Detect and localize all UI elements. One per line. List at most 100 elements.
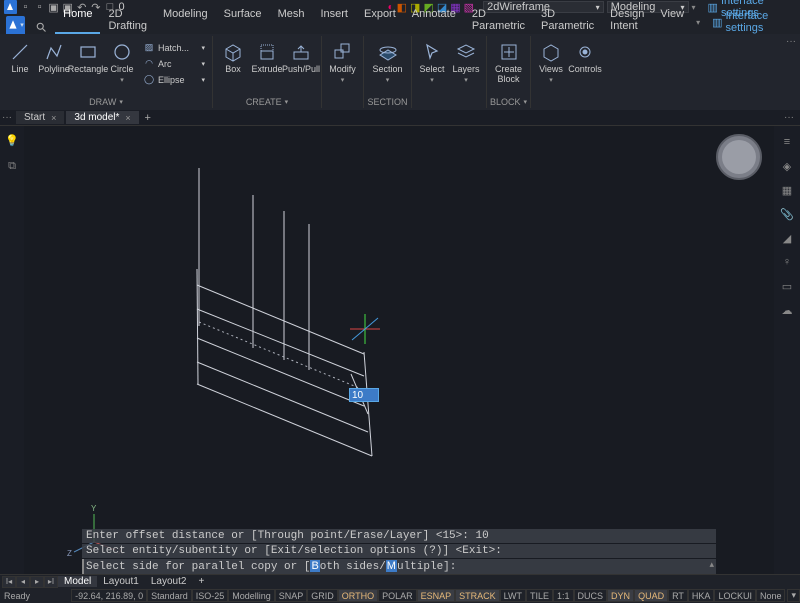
status-toggle-quad[interactable]: QUAD [634, 589, 668, 602]
status-menu-icon[interactable]: ▾ [787, 589, 800, 602]
settings-icon[interactable]: ≡ [779, 134, 795, 150]
status-toggle-lockui[interactable]: LOCKUI [714, 589, 756, 602]
layout-first-button[interactable]: I◂ [2, 576, 16, 588]
doc-tabs-overflow-icon[interactable]: ··· [2, 112, 12, 123]
close-tab-icon[interactable]: × [51, 113, 56, 123]
status-toggle-snap[interactable]: SNAP [275, 589, 308, 602]
close-tab-icon[interactable]: × [125, 113, 130, 123]
status-toggle-tile[interactable]: TILE [526, 589, 553, 602]
tool-section[interactable]: Section [372, 36, 404, 84]
ribbon-tab-surface[interactable]: Surface [216, 6, 270, 34]
tool-rectangle[interactable]: Rectangle [72, 36, 104, 75]
tool-layers[interactable]: Layers [450, 36, 482, 84]
ribbon-tab-design-intent[interactable]: Design Intent [602, 6, 652, 34]
tool-line[interactable]: Line [4, 36, 36, 75]
status-toggle-ortho[interactable]: ORTHO [338, 589, 378, 602]
layout-tab[interactable]: Layout1 [97, 576, 145, 587]
doc-tab[interactable]: 3d model*× [66, 111, 138, 124]
tool-arc[interactable]: ◠Arc▾ [140, 56, 208, 71]
command-history: Enter offset distance or [Through point/… [82, 528, 716, 574]
command-scroll-up-icon[interactable]: ▴ [709, 559, 714, 570]
ribbon-overflow-icon[interactable]: ··· [786, 36, 796, 47]
layout-add-button[interactable]: + [192, 576, 210, 587]
ribbon-tab-view[interactable]: View [652, 6, 692, 34]
status-standard[interactable]: Standard [147, 589, 192, 602]
tool-extrude[interactable]: Extrude [251, 36, 283, 75]
status-toggle-none[interactable]: None [756, 589, 786, 602]
tool-hatch[interactable]: ▨Hatch...▾ [140, 40, 208, 55]
status-toggle-ducs[interactable]: DUCS [574, 589, 608, 602]
command-line: Select entity/subentity or [Exit/selecti… [82, 544, 716, 558]
ribbon-group-draw: Line Polyline Rectangle Circle ▨Hatch...… [0, 36, 213, 108]
tips-icon[interactable]: 💡 [4, 132, 20, 148]
attach-icon[interactable]: 📎 [779, 206, 795, 222]
qa-open-icon[interactable]: ▫ [34, 1, 45, 13]
status-toggle-grid[interactable]: GRID [307, 589, 338, 602]
ribbon-tab-2d-drafting[interactable]: 2D Drafting [100, 6, 155, 34]
status-toggle-1:1[interactable]: 1:1 [553, 589, 574, 602]
status-toggle-rt[interactable]: RT [668, 589, 688, 602]
ribbon-tab-export[interactable]: Export [356, 6, 404, 34]
group-label-draw[interactable]: DRAW [4, 96, 208, 108]
command-prompt[interactable]: Select side for parallel copy or [Both s… [82, 559, 716, 574]
layout-next-button[interactable]: ▸ [30, 576, 44, 588]
doc-tab[interactable]: Start× [16, 111, 64, 124]
qa-new-icon[interactable]: ▫ [20, 1, 31, 13]
ribbon-group-section: Section SECTION [364, 36, 412, 108]
svg-text:Z: Z [67, 549, 72, 558]
ribbon-group-select: Select Layers [412, 36, 487, 108]
ribbon-tab-mesh[interactable]: Mesh [270, 6, 313, 34]
status-workspace[interactable]: Modelling [228, 589, 275, 602]
group-label-block[interactable]: BLOCK [491, 96, 526, 108]
structure-icon[interactable]: ⧉ [4, 158, 20, 174]
status-toggle-hka[interactable]: HKA [688, 589, 715, 602]
ribbon-tab-2d-parametric[interactable]: 2D Parametric [464, 6, 533, 34]
dimension-input[interactable] [349, 388, 379, 402]
cloud-icon[interactable]: ☁ [779, 302, 795, 318]
layout-tab[interactable]: Layout2 [145, 576, 193, 587]
new-doc-tab-button[interactable]: + [141, 111, 155, 125]
ribbon-tab-home[interactable]: Home [55, 6, 100, 34]
tool-modify[interactable]: Modify [327, 36, 359, 84]
layout-last-button[interactable]: ▸I [44, 576, 58, 588]
drawing-canvas[interactable]: X Y Z Enter offset distance or [Through … [24, 126, 774, 574]
app-logo-icon[interactable] [4, 0, 17, 14]
layers-panel-icon[interactable]: ◈ [779, 158, 795, 174]
layout-tab[interactable]: Model [58, 576, 97, 587]
status-toggle-polar[interactable]: POLAR [378, 589, 417, 602]
tool-views[interactable]: Views [535, 36, 567, 84]
interface-settings-link[interactable]: ▥ Interface settings [712, 10, 794, 34]
status-toggle-dyn[interactable]: DYN [607, 589, 634, 602]
ribbon-tab-modeling[interactable]: Modeling [155, 6, 216, 34]
light-icon[interactable]: ♀ [779, 254, 795, 270]
search-icon[interactable] [35, 20, 47, 34]
status-toggle-lwt[interactable]: LWT [500, 589, 526, 602]
svg-text:Y: Y [91, 504, 97, 513]
grid-panel-icon[interactable]: ▦ [779, 182, 795, 198]
tool-controls[interactable]: Controls [569, 36, 601, 75]
ribbon-tab-annotate[interactable]: Annotate [404, 6, 464, 34]
analyze-icon[interactable]: ◢ [779, 230, 795, 246]
doc-tabs-overflow-right-icon[interactable]: ··· [784, 112, 794, 123]
app-menu-button[interactable]: ▾ [6, 16, 25, 34]
group-label-create[interactable]: CREATE [217, 96, 317, 108]
layout-nav: I◂ ◂ ▸ ▸I [2, 576, 58, 588]
tool-select[interactable]: Select [416, 36, 448, 84]
status-coords[interactable]: -92.64, 216.89, 0 [71, 589, 147, 602]
ribbon-tab-insert[interactable]: Insert [312, 6, 356, 34]
present-icon[interactable]: ▭ [779, 278, 795, 294]
layout-prev-button[interactable]: ◂ [16, 576, 30, 588]
ribbon-tabs: Home2D DraftingModelingSurfaceMeshInsert… [55, 6, 692, 34]
tool-circle[interactable]: Circle [106, 36, 138, 84]
tool-pushpull[interactable]: Push/Pull [285, 36, 317, 75]
ribbon-tab-3d-parametric[interactable]: 3D Parametric [533, 6, 602, 34]
status-iso[interactable]: ISO-25 [192, 589, 229, 602]
status-toggle-strack[interactable]: STRACK [455, 589, 500, 602]
tool-ellipse[interactable]: ◯Ellipse▾ [140, 72, 208, 87]
status-toggle-esnap[interactable]: ESNAP [417, 589, 456, 602]
tool-create-block[interactable]: Create Block [493, 36, 525, 85]
document-tab-row: ··· Start×3d model*× + ··· [0, 110, 800, 126]
tool-polyline[interactable]: Polyline [38, 36, 70, 75]
ribbon-panel: ··· Line Polyline Rectangle Circle ▨Hatc… [0, 34, 800, 110]
tool-box[interactable]: Box [217, 36, 249, 75]
